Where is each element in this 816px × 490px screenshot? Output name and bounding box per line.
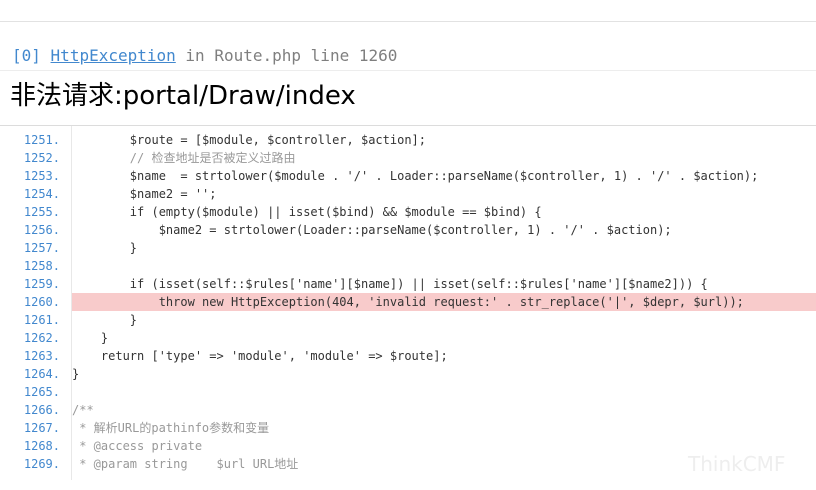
code-line: 1259. if (isset(self::$rules['name'][$na…: [0, 275, 816, 293]
line-number: 1263.: [23, 349, 60, 363]
line-number: 1260.: [23, 295, 60, 309]
line-code: }: [72, 367, 80, 381]
line-number: 1255.: [23, 205, 60, 219]
source-code-panel[interactable]: 1251. $route = [$module, $controller, $a…: [0, 126, 816, 480]
code-line: 1263. return ['type' => 'module', 'modul…: [0, 347, 816, 365]
code-line: 1266. /**: [0, 401, 816, 419]
code-line: 1267. * 解析URL的pathinfo参数和变量: [0, 419, 816, 437]
line-code: if (isset(self::$rules['name'][$name]) |…: [72, 277, 708, 291]
line-number: 1257.: [23, 241, 60, 255]
line-code: $name2 = strtolower(Loader::parseName($c…: [72, 223, 672, 237]
line-code: if (empty($module) || isset($bind) && $m…: [72, 205, 542, 219]
code-line: 1253. $name = strtolower($module . '/' .…: [0, 167, 816, 185]
code-line-highlighted: 1260. throw new HttpException(404, 'inva…: [0, 293, 816, 311]
exception-line: 1260: [358, 46, 398, 65]
code-line: 1251. $route = [$module, $controller, $a…: [0, 131, 816, 149]
line-number: 1268.: [23, 439, 60, 453]
exception-class-link[interactable]: HttpException: [51, 46, 176, 65]
line-number: 1261.: [23, 313, 60, 327]
code-lines: 1251. $route = [$module, $controller, $a…: [0, 131, 816, 473]
line-number: 1266.: [23, 403, 60, 417]
line-code: * 解析URL的pathinfo参数和变量: [72, 421, 270, 435]
line-number: 1262.: [23, 331, 60, 345]
line-number: 1269.: [23, 457, 60, 471]
exception-code: [0]: [12, 46, 41, 65]
code-line: 1262. }: [0, 329, 816, 347]
line-code: // 检查地址是否被定义过路由: [72, 151, 296, 165]
code-line: 1254. $name2 = '';: [0, 185, 816, 203]
code-line: 1256. $name2 = strtolower(Loader::parseN…: [0, 221, 816, 239]
line-code: return ['type' => 'module', 'module' => …: [72, 349, 448, 363]
code-line: 1257. }: [0, 239, 816, 257]
exception-file: Route.php: [214, 46, 302, 65]
code-line: 1264.}: [0, 365, 816, 383]
exception-header: [0] HttpException in Route.php line 1260: [12, 44, 397, 68]
exception-line-label: line: [310, 46, 350, 65]
top-bar: [0, 0, 816, 22]
line-number: 1253.: [23, 169, 60, 183]
line-number: 1251.: [23, 133, 60, 147]
line-number: 1259.: [23, 277, 60, 291]
line-number: 1264.: [23, 367, 60, 381]
line-number: 1254.: [23, 187, 60, 201]
line-code: $name2 = '';: [72, 187, 217, 201]
line-code: /**: [72, 403, 94, 417]
code-line: 1252. // 检查地址是否被定义过路由: [0, 149, 816, 167]
code-line: 1261. }: [0, 311, 816, 329]
line-number: 1258.: [23, 259, 60, 273]
watermark-logo: ThinkCMF: [688, 452, 786, 476]
line-number: 1252.: [23, 151, 60, 165]
line-code: }: [72, 241, 138, 255]
line-code: throw new HttpException(404, 'invalid re…: [72, 293, 816, 311]
divider: [0, 70, 816, 71]
line-code: }: [72, 331, 109, 345]
line-code: }: [72, 313, 138, 327]
line-number: 1267.: [23, 421, 60, 435]
line-number: 1265.: [23, 385, 60, 399]
line-number: 1256.: [23, 223, 60, 237]
exception-in-label: in: [185, 46, 205, 65]
code-line: 1255. if (empty($module) || isset($bind)…: [0, 203, 816, 221]
error-message: 非法请求:portal/Draw/index: [10, 81, 356, 111]
code-line: 1258.: [0, 257, 816, 275]
line-code: $route = [$module, $controller, $action]…: [72, 133, 427, 147]
code-line: 1265.: [0, 383, 816, 401]
line-code: $name = strtolower($module . '/' . Loade…: [72, 169, 759, 183]
